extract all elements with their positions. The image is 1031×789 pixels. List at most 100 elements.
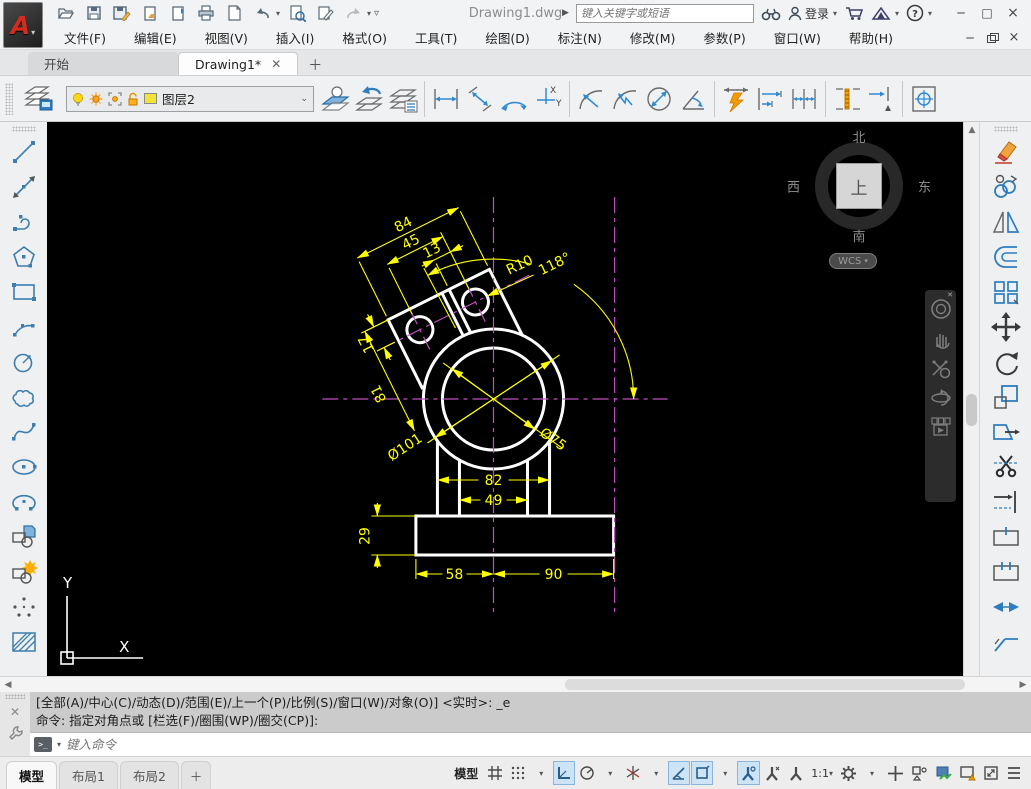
polygon-button[interactable] <box>7 239 41 274</box>
scroll-up-icon[interactable]: ▲ <box>964 122 980 138</box>
help-search-box[interactable] <box>576 4 754 23</box>
menu-format[interactable]: 格式(O) <box>328 25 401 50</box>
zoom-icon[interactable] <box>930 358 952 380</box>
transfer-button[interactable] <box>167 3 189 23</box>
menu-modify[interactable]: 修改(M) <box>616 25 690 50</box>
ortho-toggle[interactable] <box>553 761 575 785</box>
tab-layout1[interactable]: 布局1 <box>59 761 118 789</box>
baseline-dimension-button[interactable] <box>753 80 787 118</box>
annotation-scale-value[interactable]: 1:1▾ <box>808 761 836 785</box>
isodraft-toggle[interactable] <box>622 761 644 785</box>
auto-annotation-scale-toggle[interactable] <box>761 761 784 785</box>
undo-button[interactable] <box>251 3 273 23</box>
snap-caret[interactable]: ▾ <box>530 761 552 785</box>
minimize-button[interactable]: ─ <box>949 3 973 23</box>
object-snap-tracking-toggle[interactable] <box>668 761 690 785</box>
vertical-scrollbar[interactable]: ▲ <box>963 122 979 676</box>
layer-properties-button[interactable] <box>16 80 62 118</box>
close-button[interactable]: × <box>1001 3 1025 23</box>
drawing-canvas[interactable]: 84 45 13 17 81 R10 118° Ø101 Ø75 82 49 2… <box>47 122 963 676</box>
help-search-input[interactable] <box>581 7 749 20</box>
diameter-dimension-button[interactable] <box>642 80 676 118</box>
tab-drawing1[interactable]: Drawing1* ✕ <box>178 52 298 75</box>
tab-layout2[interactable]: 布局2 <box>120 761 179 789</box>
layer-manager-button[interactable] <box>386 80 420 118</box>
command-grip[interactable] <box>5 694 25 699</box>
radius-dimension-button[interactable] <box>574 80 608 118</box>
redo-dropdown-caret[interactable]: ▾ <box>367 9 371 18</box>
wcs-menu-button[interactable]: WCS▾ <box>829 253 877 269</box>
jogged-dimension-button[interactable] <box>608 80 642 118</box>
command-input[interactable] <box>66 737 1027 752</box>
draw-toolbar-grip[interactable] <box>12 126 36 132</box>
menu-edit[interactable]: 编辑(E) <box>120 25 191 50</box>
new-drawing-button[interactable] <box>223 3 245 23</box>
menu-tools[interactable]: 工具(T) <box>401 25 471 50</box>
grid-toggle[interactable] <box>484 761 506 785</box>
erase-button[interactable] <box>989 134 1023 169</box>
viewcube-south-label[interactable]: 南 <box>852 226 865 245</box>
viewcube-west-label[interactable]: 西 <box>787 177 800 196</box>
stretch-button[interactable] <box>989 414 1023 449</box>
save-as-button[interactable] <box>111 3 133 23</box>
polar-caret[interactable]: ▾ <box>599 761 621 785</box>
new-layout-button[interactable]: ＋ <box>181 761 212 789</box>
mdi-minimize-button[interactable]: ─ <box>961 30 979 46</box>
viewcube-east-label[interactable]: 东 <box>918 177 931 196</box>
command-input-row[interactable]: >_ ▾ <box>30 732 1031 756</box>
view-cube[interactable]: 上 北 南 西 东 <box>807 134 911 238</box>
array-button[interactable] <box>989 274 1023 309</box>
snap-toggle[interactable] <box>507 761 529 785</box>
isodraft-caret[interactable]: ▾ <box>645 761 667 785</box>
menu-insert[interactable]: 插入(I) <box>262 25 328 50</box>
toolbar-grip[interactable] <box>5 83 13 115</box>
dimension-break-button[interactable] <box>864 80 898 118</box>
center-mark-button[interactable] <box>907 80 941 118</box>
command-close-icon[interactable]: ✕ <box>10 705 20 719</box>
make-object-layer-current-button[interactable] <box>318 80 352 118</box>
mirror-button[interactable] <box>989 204 1023 239</box>
menu-window[interactable]: 窗口(W) <box>760 25 835 50</box>
maximize-button[interactable]: □ <box>975 3 999 23</box>
vertical-scroll-thumb[interactable] <box>966 394 977 426</box>
ordinate-dimension-button[interactable]: XY <box>531 80 565 118</box>
pan-hand-icon[interactable] <box>931 329 951 349</box>
orbit-icon[interactable] <box>930 389 952 407</box>
line-button[interactable] <box>7 134 41 169</box>
application-menu-button[interactable]: A▾ <box>3 2 43 48</box>
menu-help[interactable]: 帮助(H) <box>835 25 907 50</box>
isolate-objects-button[interactable] <box>908 761 931 785</box>
export-button[interactable] <box>139 3 161 23</box>
revision-cloud-button[interactable] <box>7 379 41 414</box>
linear-dimension-button[interactable] <box>429 80 463 118</box>
exchange-caret[interactable]: ▾ <box>895 9 899 18</box>
angular-dimension-button[interactable] <box>676 80 710 118</box>
polar-tracking-toggle[interactable] <box>576 761 598 785</box>
annotation-visibility-toggle[interactable] <box>737 761 760 785</box>
scroll-right-icon[interactable]: ▶ <box>1015 677 1031 692</box>
copy-button[interactable] <box>989 169 1023 204</box>
tab-close-icon[interactable]: ✕ <box>271 57 281 71</box>
layer-combo-caret-icon[interactable]: ⌄ <box>300 94 308 104</box>
workspace-settings-button[interactable] <box>837 761 860 785</box>
construction-line-button[interactable] <box>7 169 41 204</box>
move-button[interactable] <box>989 309 1023 344</box>
quick-dimension-button[interactable] <box>719 80 753 118</box>
search-binoculars-icon[interactable] <box>761 6 781 21</box>
osnap-caret[interactable]: ▾ <box>714 761 736 785</box>
sign-in-button[interactable]: 登录 <box>788 5 829 22</box>
new-tab-button[interactable]: ＋ <box>298 55 332 75</box>
rectangle-button[interactable] <box>7 274 41 309</box>
point-button[interactable] <box>7 589 41 624</box>
horizontal-scroll-thumb[interactable] <box>565 679 965 690</box>
menu-dimension[interactable]: 标注(N) <box>544 25 616 50</box>
object-snap-toggle[interactable] <box>691 761 713 785</box>
clean-screen-button[interactable] <box>980 761 1002 785</box>
scroll-left-icon[interactable]: ◀ <box>0 677 16 692</box>
mdi-close-button[interactable]: × <box>1005 30 1023 46</box>
aligned-dimension-button[interactable] <box>463 80 497 118</box>
preview-button[interactable] <box>286 3 308 23</box>
command-caret-icon[interactable]: ▾ <box>57 740 61 749</box>
menu-file[interactable]: 文件(F) <box>50 25 120 50</box>
horizontal-scrollbar[interactable]: ◀ ▶ <box>0 676 1031 692</box>
